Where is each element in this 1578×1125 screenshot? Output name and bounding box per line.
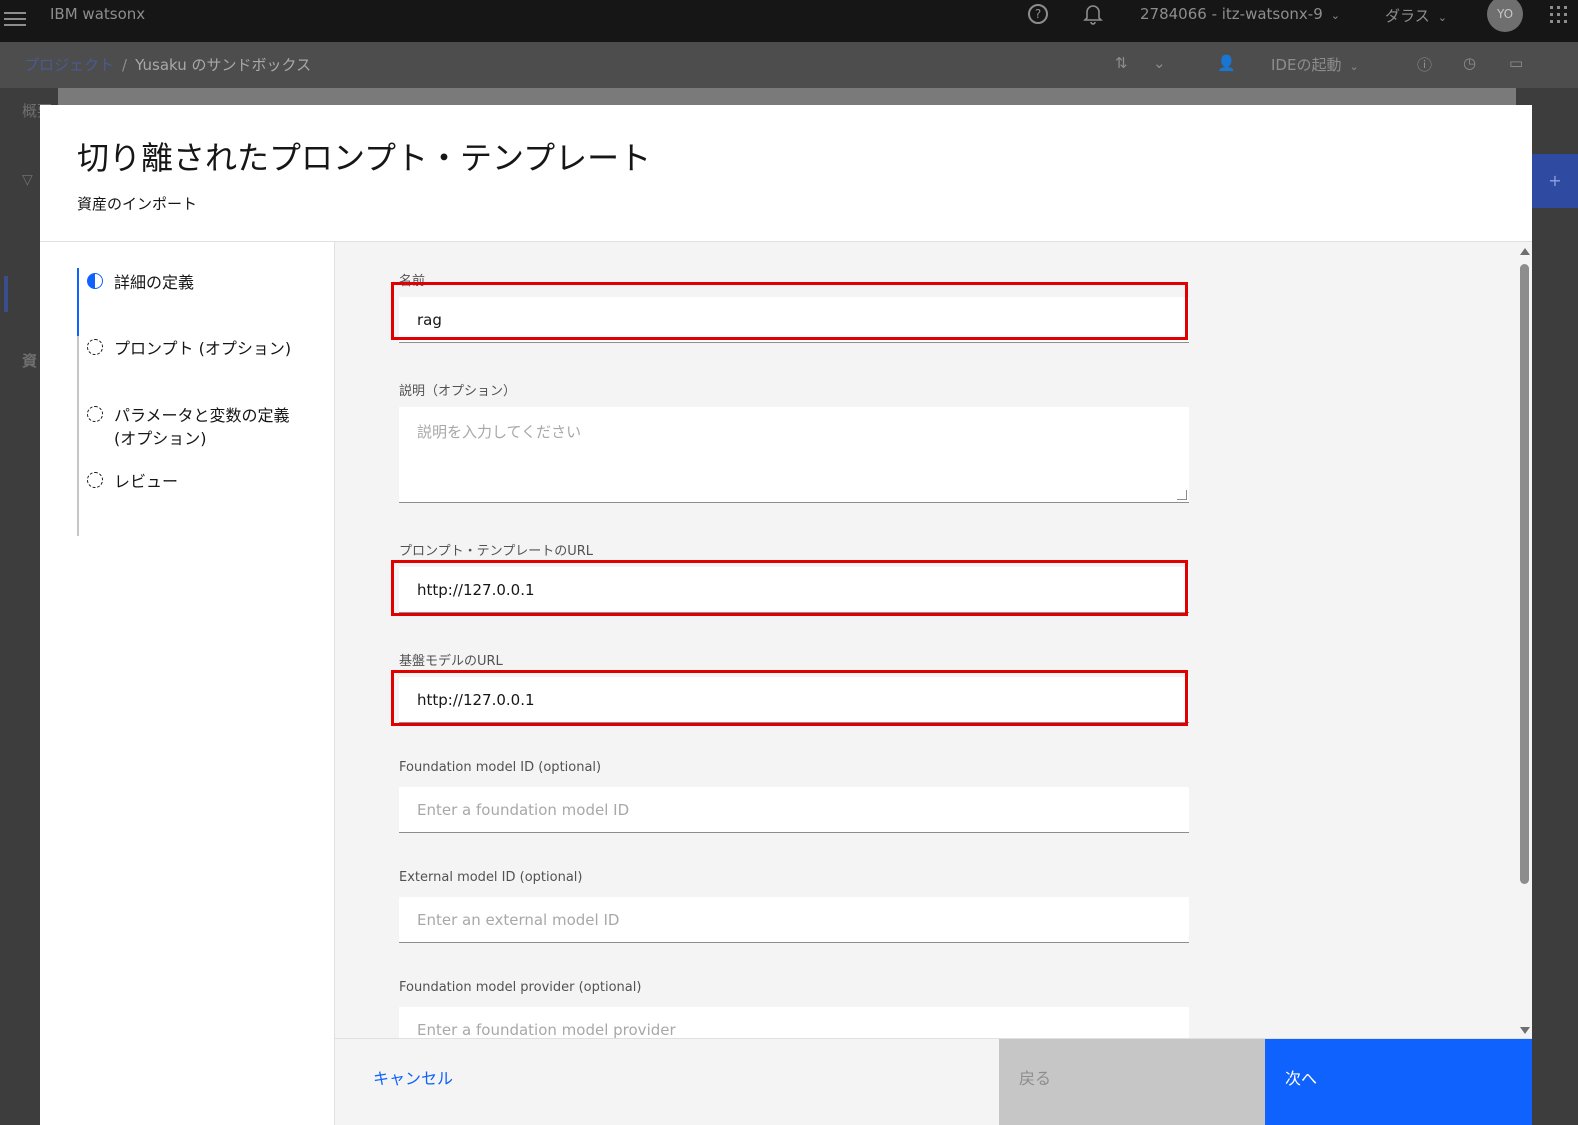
foundation-model-id-input[interactable]: Enter a foundation model ID	[399, 787, 1189, 833]
foundation-model-url-input[interactable]: http://127.0.0.1	[399, 677, 1189, 723]
app-switcher-icon[interactable]	[1548, 4, 1570, 26]
launch-ide-button[interactable]: IDEの起動 ⌄	[1271, 54, 1359, 75]
step-label-line2: (オプション)	[114, 429, 207, 448]
resize-handle-icon[interactable]	[1177, 490, 1187, 500]
form-scrollbar[interactable]	[1517, 242, 1532, 1038]
scroll-up-icon[interactable]	[1520, 248, 1530, 255]
prompt-template-url-input[interactable]: http://127.0.0.1	[399, 567, 1189, 613]
foundation-model-provider-label: Foundation model provider (optional)	[399, 980, 642, 995]
prompt-template-url-label: プロンプト・テンプレートのURL	[399, 544, 594, 559]
cancel-button[interactable]: キャンセル	[335, 1039, 999, 1125]
next-button[interactable]: 次へ	[1265, 1039, 1532, 1125]
scrollbar-thumb[interactable]	[1520, 264, 1529, 884]
top-nav-bar: IBM watsonx ? 2784066 - itz-watsonx-9 ⌄ ダ…	[0, 0, 1578, 42]
description-placeholder: 説明を入力してください	[417, 423, 582, 441]
description-textarea[interactable]: 説明を入力してください	[399, 407, 1189, 503]
form-area: 名前 rag 説明（オプション） 説明を入力してください プロンプト・テンプレー…	[335, 242, 1532, 1038]
step-label: 詳細の定義	[114, 273, 195, 292]
launch-ide-label: IDEの起動	[1271, 56, 1342, 74]
step-label: プロンプト (オプション)	[114, 339, 292, 358]
chevron-down-icon: ⌄	[1330, 9, 1340, 22]
modal-title: 切り離されたプロンプト・テンプレート	[77, 139, 652, 177]
help-icon[interactable]: ?	[1028, 4, 1048, 24]
step-incomplete-icon	[87, 406, 103, 422]
comments-icon[interactable]: ▭	[1509, 54, 1523, 72]
breadcrumb-projects-link[interactable]: プロジェクト	[24, 56, 114, 74]
region-switcher[interactable]: ダラス ⌄	[1385, 5, 1447, 26]
info-icon[interactable]: ⓘ	[1417, 54, 1432, 75]
progress-track-active	[77, 268, 79, 336]
foundation-model-provider-input[interactable]: Enter a foundation model provider	[399, 1007, 1189, 1038]
upload-download-icon[interactable]: ⇅	[1115, 54, 1128, 72]
assets-heading: 資	[22, 352, 38, 370]
step-label: パラメータと変数の定義 (オプション)	[114, 404, 290, 450]
chevron-down-icon[interactable]: ⌄	[1153, 54, 1166, 72]
breadcrumb-current: Yusaku のサンドボックス	[135, 56, 312, 74]
stacked-modal-edge	[58, 88, 1516, 106]
modal-footer: キャンセル 戻る 次へ	[335, 1038, 1532, 1125]
breadcrumb: プロジェクト / Yusaku のサンドボックス	[24, 54, 311, 75]
foundation-model-id-label: Foundation model ID (optional)	[399, 760, 602, 775]
breadcrumb-separator: /	[122, 56, 128, 74]
avatar[interactable]: YO	[1487, 0, 1523, 32]
step-label: レビュー	[114, 472, 179, 491]
side-nav-active-indicator	[4, 276, 8, 312]
notification-bell-icon[interactable]	[1083, 3, 1103, 25]
import-asset-modal: 切り離されたプロンプト・テンプレート 資産のインポート 詳細の定義 プロンプト …	[40, 105, 1532, 1125]
step-incomplete-icon	[87, 472, 103, 488]
add-collaborator-icon[interactable]: 👤	[1217, 54, 1236, 72]
step-current-icon	[87, 273, 103, 289]
modal-subtitle: 資産のインポート	[77, 195, 198, 213]
region-label: ダラス	[1385, 7, 1430, 25]
account-switcher[interactable]: 2784066 - itz-watsonx-9 ⌄	[1140, 5, 1340, 23]
progress-indicator: 詳細の定義 プロンプト (オプション) パラメータと変数の定義 (オプション) …	[40, 242, 335, 1125]
chevron-down-icon: ⌄	[1349, 60, 1359, 73]
name-input[interactable]: rag	[399, 297, 1189, 343]
step-label-line1: パラメータと変数の定義	[114, 406, 290, 425]
external-model-id-label: External model ID (optional)	[399, 870, 583, 885]
name-label: 名前	[399, 274, 426, 289]
hamburger-menu-icon[interactable]	[4, 8, 26, 28]
back-button[interactable]: 戻る	[999, 1039, 1265, 1125]
external-model-id-input[interactable]: Enter an external model ID	[399, 897, 1189, 943]
modal-header: 切り離されたプロンプト・テンプレート 資産のインポート	[40, 105, 1532, 242]
scroll-down-icon[interactable]	[1520, 1027, 1530, 1034]
brand-logo[interactable]: IBM watsonx	[50, 5, 145, 23]
foundation-model-url-label: 基盤モデルのURL	[399, 654, 503, 669]
description-label: 説明（オプション）	[399, 384, 517, 399]
project-header: プロジェクト / Yusaku のサンドボックス ⇅ ⌄ 👤 IDEの起動 ⌄ ⓘ ◷…	[0, 42, 1578, 88]
new-asset-button: +	[1532, 154, 1578, 208]
filter-icon: ▽	[22, 172, 33, 188]
chevron-down-icon: ⌄	[1437, 11, 1447, 24]
history-icon[interactable]: ◷	[1463, 54, 1476, 72]
step-incomplete-icon	[87, 339, 103, 355]
account-label: 2784066 - itz-watsonx-9	[1140, 5, 1323, 23]
progress-track	[77, 268, 79, 536]
